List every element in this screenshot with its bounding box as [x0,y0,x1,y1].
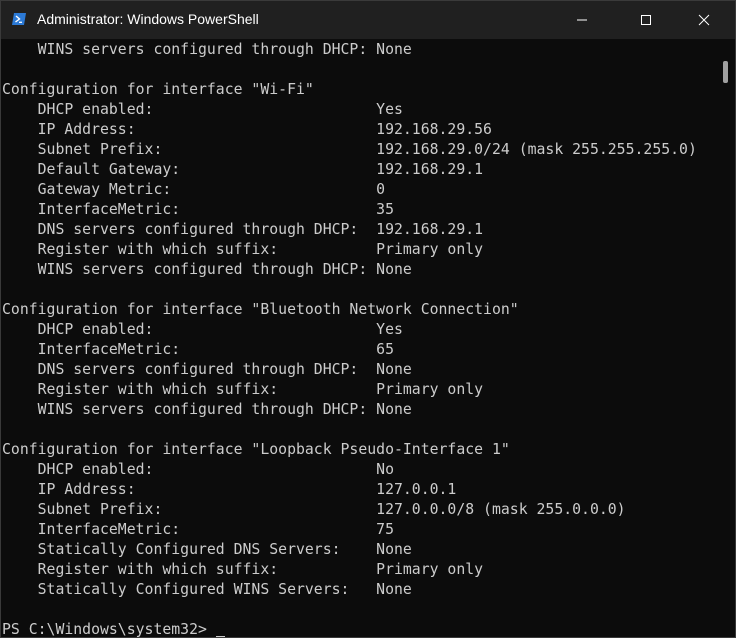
terminal-line: WINS servers configured through DHCP: No… [2,401,412,418]
minimize-icon [576,14,588,26]
terminal-line: Configuration for interface "Bluetooth N… [2,301,519,318]
terminal-line: DHCP enabled: No [2,461,394,478]
terminal-line: Register with which suffix: Primary only [2,241,484,258]
terminal-line: Statically Configured DNS Servers: None [2,541,412,558]
terminal-line: IP Address: 192.168.29.56 [2,121,492,138]
maximize-button[interactable] [623,1,669,39]
terminal-line: Register with which suffix: Primary only [2,561,484,578]
terminal-line: DHCP enabled: Yes [2,321,403,338]
window-title: Administrator: Windows PowerShell [37,11,259,27]
terminal-line: IP Address: 127.0.0.1 [2,481,457,498]
vertical-scrollbar[interactable] [719,39,735,637]
command-prompt[interactable]: PS C:\Windows\system32> [2,620,697,637]
terminal-line: InterfaceMetric: 65 [2,341,394,358]
terminal-line: InterfaceMetric: 75 [2,521,394,538]
terminal-line: Gateway Metric: 0 [2,181,386,198]
terminal-line: Subnet Prefix: 192.168.29.0/24 (mask 255… [2,141,697,158]
terminal-line: DNS servers configured through DHCP: Non… [2,361,412,378]
terminal-line: Configuration for interface "Wi-Fi" [2,81,314,98]
terminal-line: Statically Configured WINS Servers: None [2,581,412,598]
terminal-output[interactable]: WINS servers configured through DHCP: No… [1,39,719,637]
minimize-button[interactable] [559,1,605,39]
terminal-line: Register with which suffix: Primary only [2,381,484,398]
scrollbar-thumb[interactable] [723,61,728,83]
close-icon [698,14,710,26]
close-button[interactable] [681,1,727,39]
terminal-text: WINS servers configured through DHCP: No… [2,40,697,637]
terminal-line: InterfaceMetric: 35 [2,201,394,218]
terminal-line: Subnet Prefix: 127.0.0.0/8 (mask 255.0.0… [2,501,626,518]
powershell-window: Administrator: Windows PowerShell WINS s… [0,0,736,638]
terminal-line: Configuration for interface "Loopback Ps… [2,441,510,458]
terminal-line: WINS servers configured through DHCP: No… [2,261,412,278]
maximize-icon [640,14,652,26]
terminal-line: DHCP enabled: Yes [2,101,403,118]
terminal-line: Default Gateway: 192.168.29.1 [2,161,484,178]
title-bar[interactable]: Administrator: Windows PowerShell [1,1,735,39]
terminal-line: WINS servers configured through DHCP: No… [2,41,412,58]
powershell-icon [11,11,27,27]
terminal-line: DNS servers configured through DHCP: 192… [2,221,484,238]
